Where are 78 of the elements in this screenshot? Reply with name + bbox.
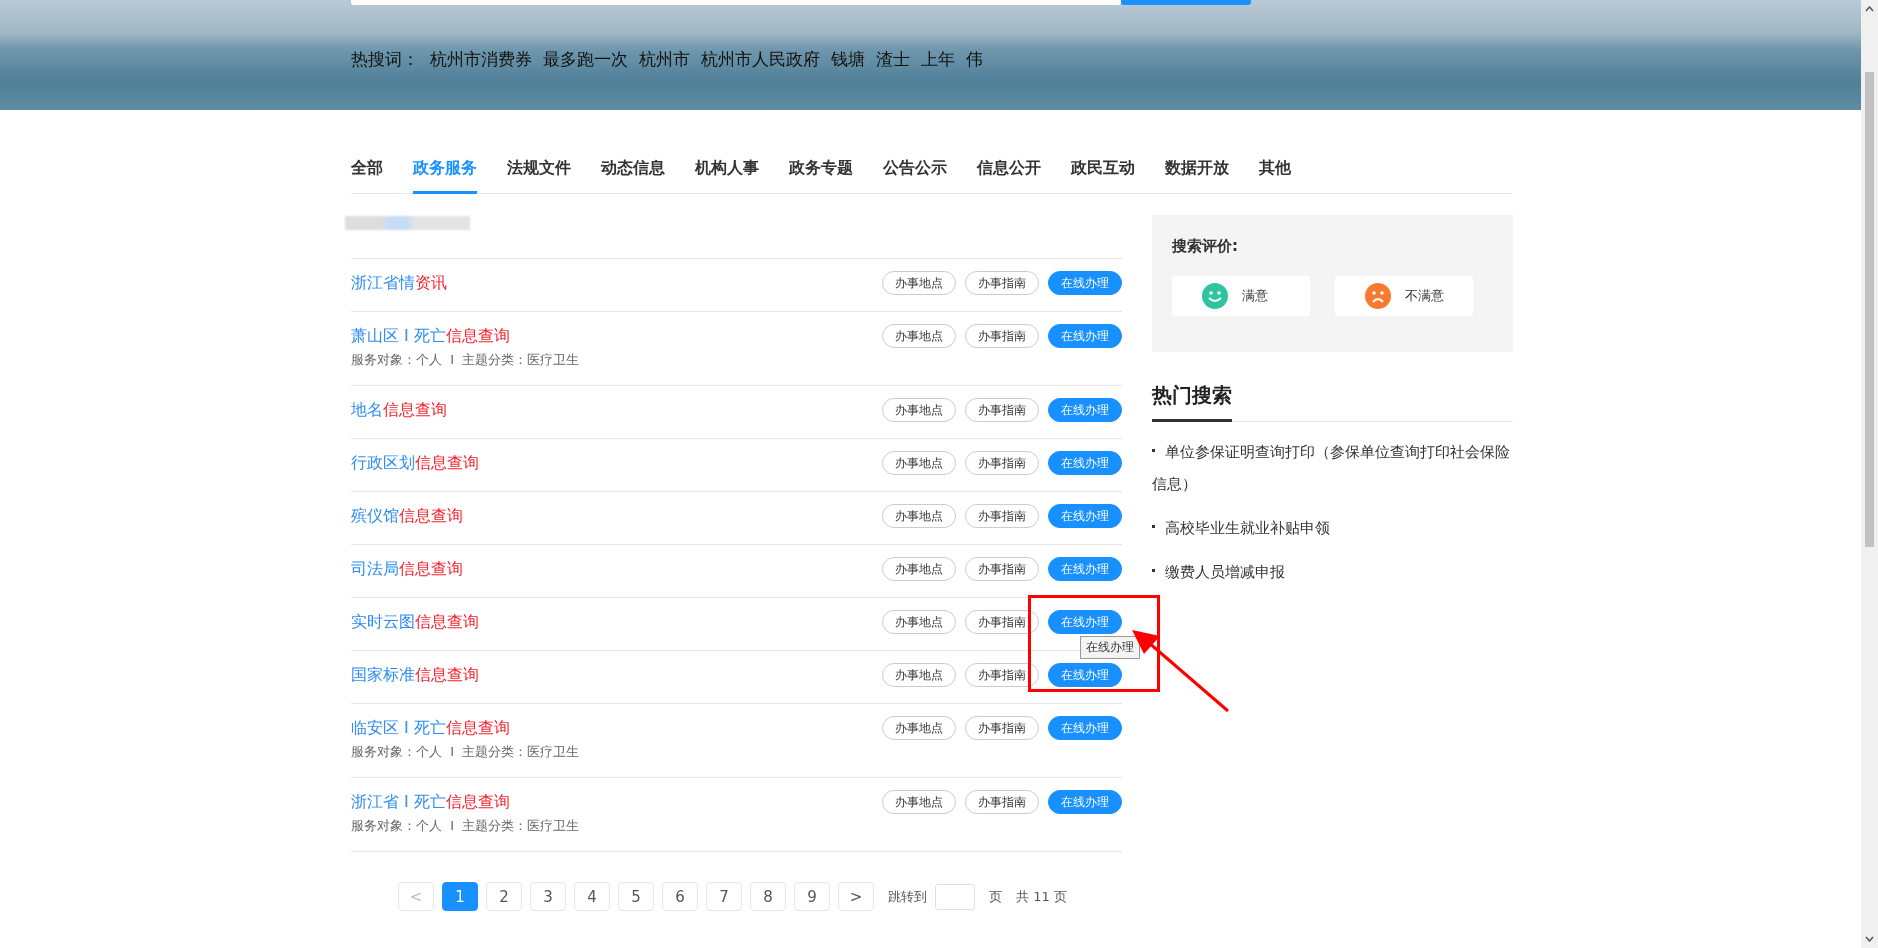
hot-search-link[interactable]: 高校毕业生就业补贴申领 [1152, 512, 1513, 544]
action-button[interactable]: 办事指南 [965, 271, 1039, 295]
page-button[interactable]: 4 [574, 882, 610, 911]
hot-search-term[interactable]: 上年 [921, 48, 955, 71]
hot-search-term[interactable]: 最多跑一次 [543, 48, 628, 71]
result-title-link[interactable]: 萧山区 I 死亡信息查询 [351, 326, 580, 347]
action-button[interactable]: 办事地点 [882, 451, 956, 475]
result-title-link[interactable]: 地名信息查询 [351, 400, 447, 421]
rating-title: 搜索评价: [1172, 237, 1239, 256]
action-button[interactable]: 办事指南 [965, 398, 1039, 422]
hot-search-heading: 热门搜索 [1152, 382, 1232, 422]
next-page-button[interactable]: > [838, 882, 874, 911]
category-tab[interactable]: 机构人事 [695, 150, 759, 194]
hot-search-label: 热搜词： [351, 48, 419, 71]
result-meta: 服务对象：个人 I 主题分类：医疗卫生 [351, 743, 580, 761]
action-button[interactable]: 办事指南 [965, 610, 1039, 634]
result-title-link[interactable]: 实时云图信息查询 [351, 612, 479, 633]
action-button[interactable]: 办事地点 [882, 324, 956, 348]
scroll-up-icon[interactable] [1865, 6, 1874, 12]
action-button[interactable]: 办事指南 [965, 451, 1039, 475]
page-input[interactable] [935, 883, 975, 910]
action-button[interactable]: 办事地点 [882, 271, 956, 295]
action-button[interactable]: 办事指南 [965, 557, 1039, 581]
category-tab[interactable]: 公告公示 [883, 150, 947, 194]
page-button[interactable]: 5 [618, 882, 654, 911]
page-button[interactable]: 3 [530, 882, 566, 911]
page-button[interactable]: 8 [750, 882, 786, 911]
jump-label: 跳转到 [888, 887, 927, 906]
action-button[interactable]: 办事指南 [965, 790, 1039, 814]
sad-face-icon [1365, 283, 1391, 309]
hot-search-term[interactable]: 渣士 [876, 48, 910, 71]
category-tab[interactable]: 动态信息 [601, 150, 665, 194]
rating-button[interactable]: 不满意 [1335, 276, 1473, 316]
page-button[interactable]: 6 [662, 882, 698, 911]
result-title-link[interactable]: 司法局信息查询 [351, 559, 463, 580]
page-button[interactable]: 7 [706, 882, 742, 911]
result-meta: 服务对象：个人 I 主题分类：医疗卫生 [351, 351, 580, 369]
page-unit-label: 页 [989, 887, 1002, 906]
rating-button[interactable]: 满意 [1172, 276, 1310, 316]
hot-search-term[interactable]: 伟 [966, 48, 983, 71]
action-button[interactable]: 办事指南 [965, 663, 1039, 687]
tooltip: 在线办理 [1080, 636, 1140, 659]
result-title-link[interactable]: 临安区 I 死亡信息查询 [351, 718, 580, 739]
result-title-link[interactable]: 浙江省 I 死亡信息查询 [351, 792, 580, 813]
hot-search-term[interactable]: 杭州市 [639, 48, 690, 71]
action-button[interactable]: 办事地点 [882, 790, 956, 814]
hot-search-term[interactable]: 钱塘 [831, 48, 865, 71]
hot-search-term[interactable]: 杭州市人民政府 [701, 48, 820, 71]
hot-search-link[interactable]: 缴费人员增减申报 [1152, 556, 1513, 588]
scrollbar[interactable] [1861, 0, 1878, 948]
category-tab[interactable]: 全部 [351, 150, 383, 194]
category-tab[interactable]: 政务专题 [789, 150, 853, 194]
category-tab[interactable]: 法规文件 [507, 150, 571, 194]
action-button[interactable]: 办事指南 [965, 716, 1039, 740]
result-title-link[interactable]: 国家标准信息查询 [351, 665, 479, 686]
category-tab[interactable]: 政民互动 [1071, 150, 1135, 194]
action-button[interactable]: 办事地点 [882, 398, 956, 422]
action-button[interactable]: 办事地点 [882, 504, 956, 528]
scroll-down-icon[interactable] [1865, 936, 1874, 942]
action-button[interactable]: 办事地点 [882, 716, 956, 740]
page-button[interactable]: 9 [794, 882, 830, 911]
action-button[interactable]: 办事地点 [882, 557, 956, 581]
hot-search-link[interactable]: 单位参保证明查询打印（参保单位查询打印社会保险信息） [1152, 436, 1513, 500]
result-title-link[interactable]: 殡仪馆信息查询 [351, 506, 463, 527]
hot-search-term[interactable]: 杭州市消费券 [430, 48, 532, 71]
action-button[interactable]: 办事地点 [882, 610, 956, 634]
total-pages: 共 11 页 [1016, 887, 1067, 906]
category-tab[interactable]: 其他 [1259, 150, 1291, 194]
result-title-link[interactable]: 行政区划信息查询 [351, 453, 479, 474]
action-button[interactable]: 办事指南 [965, 324, 1039, 348]
action-button[interactable]: 办事地点 [882, 663, 956, 687]
page-button[interactable]: 2 [486, 882, 522, 911]
action-button[interactable]: 办事指南 [965, 504, 1039, 528]
smiley-face-icon [1202, 283, 1228, 309]
result-title-link[interactable]: 浙江省情资讯 [351, 273, 447, 294]
category-tab[interactable]: 信息公开 [977, 150, 1041, 194]
category-tab[interactable]: 数据开放 [1165, 150, 1229, 194]
result-meta: 服务对象：个人 I 主题分类：医疗卫生 [351, 817, 580, 835]
